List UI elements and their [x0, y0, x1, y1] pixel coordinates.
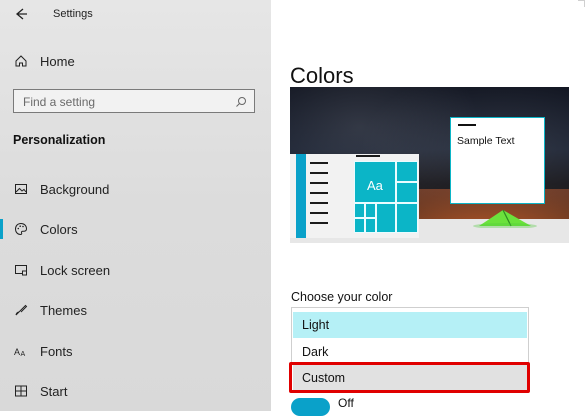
- search-icon[interactable]: [235, 95, 247, 107]
- preview-tile: [396, 203, 418, 233]
- window-corner: [578, 0, 585, 7]
- preview-tile: [396, 161, 418, 182]
- svg-text:A: A: [21, 351, 26, 358]
- custom-option-highlight: [289, 362, 530, 393]
- tile-text: Aa: [367, 178, 383, 193]
- choose-color-label: Choose your color: [291, 290, 393, 304]
- preview-menu-dash: [356, 155, 380, 157]
- page-title: Colors: [290, 62, 354, 88]
- sidebar: Settings Home Find a setting Personaliza…: [0, 0, 271, 411]
- preview-tile: [365, 218, 376, 233]
- color-preview: Aa Sample Text: [290, 87, 569, 243]
- fonts-icon: AA: [14, 344, 28, 358]
- sidebar-item-background[interactable]: Background: [0, 170, 271, 210]
- sidebar-item-home[interactable]: Home: [0, 42, 271, 82]
- sidebar-item-lock-screen[interactable]: Lock screen: [0, 251, 271, 291]
- title-bar: Settings: [0, 0, 271, 28]
- section-title: Personalization: [13, 133, 106, 147]
- search-placeholder: Find a setting: [23, 95, 96, 109]
- lock-screen-icon: [14, 263, 28, 277]
- svg-text:A: A: [14, 347, 20, 357]
- preview-tile: [365, 203, 376, 218]
- sidebar-item-colors[interactable]: Colors: [0, 210, 271, 250]
- sidebar-item-label: Themes: [40, 303, 87, 318]
- preview-tile-large: Aa: [354, 161, 396, 203]
- sidebar-item-label: Home: [40, 54, 75, 69]
- home-icon: [14, 54, 28, 68]
- preview-tiles: Aa: [354, 161, 418, 233]
- image-icon: [14, 182, 28, 196]
- sidebar-item-themes[interactable]: Themes: [0, 291, 271, 331]
- preview-tile: [376, 203, 396, 233]
- option-label: Light: [302, 318, 330, 332]
- sidebar-item-start[interactable]: Start: [0, 372, 271, 412]
- preview-taskbar: [296, 154, 306, 238]
- preview-menu-lines: [310, 162, 328, 232]
- sidebar-item-label: Background: [40, 182, 110, 197]
- sidebar-item-label: Colors: [40, 222, 78, 237]
- option-label: Dark: [302, 345, 329, 359]
- start-grid-icon: [14, 384, 28, 398]
- window-title: Settings: [53, 8, 93, 20]
- preview-tile: [354, 218, 365, 233]
- preview-tile: [354, 203, 365, 218]
- sidebar-item-label: Start: [40, 384, 68, 399]
- search-input[interactable]: Find a setting: [13, 89, 255, 113]
- preview-tile: [396, 182, 418, 203]
- brush-icon: [14, 303, 28, 317]
- sample-window: Sample Text: [450, 117, 545, 204]
- palette-icon: [14, 222, 28, 236]
- back-arrow-icon[interactable]: [12, 5, 30, 23]
- sidebar-item-label: Fonts: [40, 344, 73, 359]
- dropdown-option-light[interactable]: Light: [293, 312, 527, 338]
- selected-indicator: [0, 219, 3, 239]
- toggle-state-label: Off: [338, 396, 354, 410]
- sample-text: Sample Text: [457, 135, 515, 147]
- sidebar-item-label: Lock screen: [40, 263, 111, 278]
- sidebar-item-fonts[interactable]: AA Fonts: [0, 332, 271, 372]
- tent-image: [473, 209, 537, 228]
- toggle-switch[interactable]: [291, 398, 330, 416]
- sample-window-dash: [458, 124, 476, 126]
